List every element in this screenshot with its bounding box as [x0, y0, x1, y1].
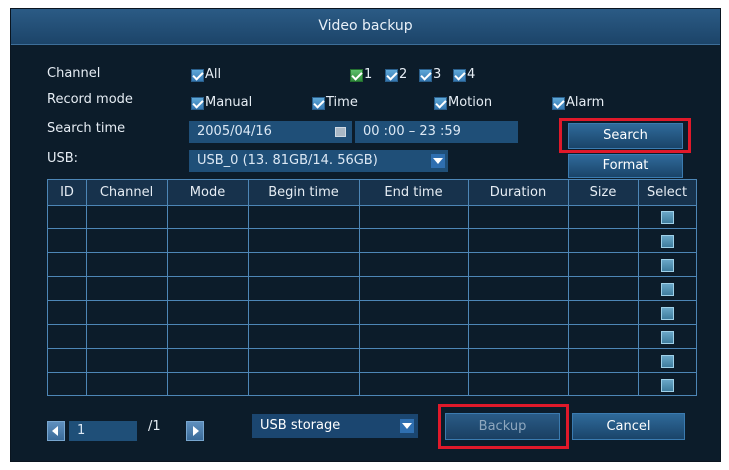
alarm-label: Alarm — [566, 95, 605, 110]
table-header: ID Channel Mode Begin time End time Dura… — [48, 180, 696, 206]
motion-label: Motion — [448, 95, 493, 110]
row-select-checkbox[interactable] — [661, 283, 674, 296]
record-mode-label: Record mode — [47, 92, 133, 107]
col-begin-time: Begin time — [268, 185, 339, 200]
row-divider — [48, 324, 696, 325]
row-select-checkbox[interactable] — [661, 379, 674, 392]
channel-1-label: 1 — [364, 67, 373, 82]
column-divider — [468, 180, 469, 395]
column-divider — [638, 180, 639, 395]
row-divider — [48, 300, 696, 301]
usb-device-value: USB_0 (13. 81GB/14. 56GB) — [197, 153, 378, 168]
manual-label: Manual — [205, 95, 253, 110]
row-select-checkbox[interactable] — [661, 211, 674, 224]
channel-4-label: 4 — [467, 67, 476, 82]
column-divider — [167, 180, 168, 395]
date-value: 2005/04/16 — [197, 124, 272, 139]
col-size: Size — [589, 185, 617, 200]
channel-3-label: 3 — [433, 67, 442, 82]
row-select-checkbox[interactable] — [661, 307, 674, 320]
column-divider — [359, 180, 360, 395]
row-divider — [48, 348, 696, 349]
storage-value: USB storage — [260, 418, 341, 433]
page-input[interactable]: 1 — [69, 421, 137, 441]
channel-3-checkbox[interactable] — [419, 69, 432, 82]
results-table: ID Channel Mode Begin time End time Dura… — [47, 179, 697, 396]
search-time-label: Search time — [47, 121, 126, 136]
col-select: Select — [646, 185, 688, 200]
storage-select[interactable]: USB storage — [252, 414, 418, 438]
chevron-down-icon[interactable] — [431, 154, 445, 168]
cancel-button[interactable]: Cancel — [572, 413, 685, 440]
channel-4-checkbox[interactable] — [453, 69, 466, 82]
channel-2-label: 2 — [399, 67, 408, 82]
next-page-button[interactable] — [186, 421, 204, 441]
row-divider — [48, 276, 696, 277]
channel-label: Channel — [47, 66, 101, 81]
time-checkbox[interactable] — [312, 97, 325, 110]
channel-all-label: All — [205, 67, 222, 82]
usb-label: USB: — [47, 151, 79, 166]
backup-button[interactable]: Backup — [445, 413, 560, 440]
row-select-checkbox[interactable] — [661, 235, 674, 248]
format-button[interactable]: Format — [568, 154, 683, 178]
window-title: Video backup — [11, 9, 720, 45]
calendar-icon[interactable] — [335, 127, 346, 137]
column-divider — [248, 180, 249, 395]
row-divider — [48, 228, 696, 229]
video-backup-window: Video backup Channel All 1 2 3 4 Record … — [10, 8, 721, 462]
usb-device-select[interactable]: USB_0 (13. 81GB/14. 56GB) — [189, 150, 448, 172]
column-divider — [568, 180, 569, 395]
chevron-right-icon — [193, 426, 199, 436]
row-divider — [48, 252, 696, 253]
page-total: /1 — [148, 419, 161, 434]
chevron-left-icon — [52, 426, 58, 436]
prev-page-button[interactable] — [47, 421, 65, 441]
search-button[interactable]: Search — [568, 123, 683, 149]
time-label: Time — [326, 95, 358, 110]
time-range-field[interactable]: 00 :00 – 23 :59 — [355, 121, 518, 143]
row-divider — [48, 372, 696, 373]
col-channel: Channel — [99, 185, 154, 200]
col-end-time: End time — [384, 185, 443, 200]
channel-all-checkbox[interactable] — [191, 69, 204, 82]
manual-checkbox[interactable] — [191, 97, 204, 110]
row-select-checkbox[interactable] — [661, 259, 674, 272]
channel-1-checkbox[interactable] — [350, 69, 363, 82]
col-id: ID — [60, 185, 74, 200]
chevron-down-icon[interactable] — [400, 419, 414, 433]
col-mode: Mode — [189, 185, 226, 200]
motion-checkbox[interactable] — [434, 97, 447, 110]
row-select-checkbox[interactable] — [661, 355, 674, 368]
date-field[interactable]: 2005/04/16 — [189, 121, 352, 143]
channel-2-checkbox[interactable] — [385, 69, 398, 82]
col-duration: Duration — [489, 185, 547, 200]
row-select-checkbox[interactable] — [661, 331, 674, 344]
column-divider — [86, 180, 87, 395]
alarm-checkbox[interactable] — [552, 97, 565, 110]
